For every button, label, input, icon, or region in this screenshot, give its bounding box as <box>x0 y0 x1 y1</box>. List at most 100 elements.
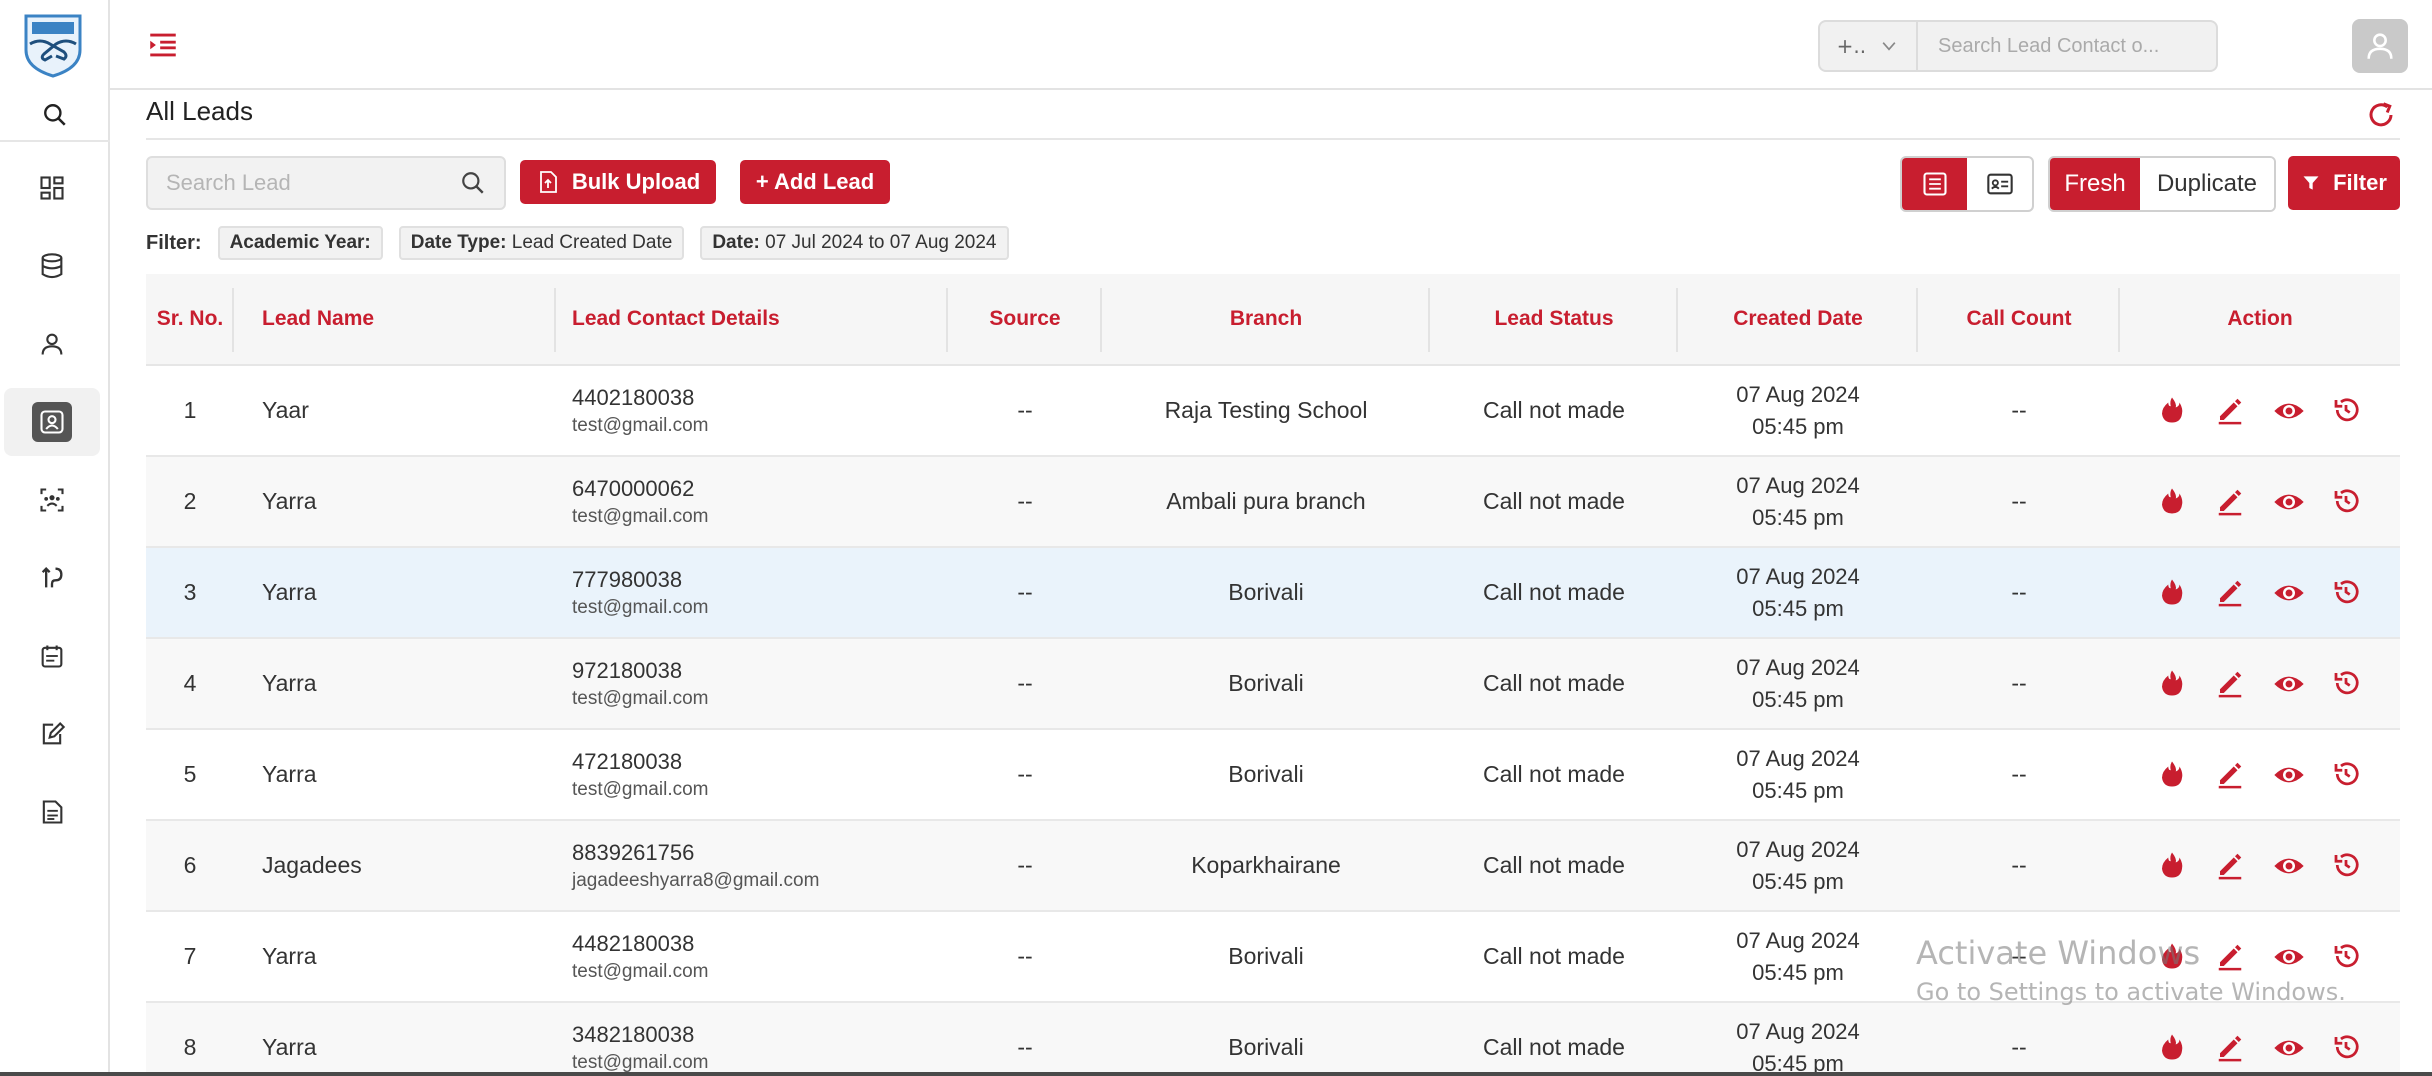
table-row[interactable]: 8 Yarra 3482180038 test@gmail.com -- Borivali… <box>146 1003 2400 1076</box>
edit-pencil-icon[interactable] <box>2215 850 2247 882</box>
edit-pencil-icon[interactable] <box>2215 668 2247 700</box>
history-icon[interactable] <box>2331 486 2363 518</box>
cell-lead-name: Jagadees <box>262 852 362 878</box>
lead-search-input[interactable]: Search Lead <box>146 156 506 210</box>
cell-phone: 972180038 <box>572 657 683 683</box>
list-view-icon <box>1922 172 1947 196</box>
cell-lead-name: Yarra <box>262 761 317 787</box>
hot-lead-fire-icon[interactable] <box>2157 850 2189 882</box>
edit-pencil-icon[interactable] <box>2215 577 2247 609</box>
view-eye-icon[interactable] <box>2273 668 2305 700</box>
view-eye-icon[interactable] <box>2273 941 2305 973</box>
duplicate-tab[interactable]: Duplicate <box>2140 158 2274 210</box>
column-header-sr[interactable]: Sr. No. <box>146 274 234 364</box>
sidebar-item-user[interactable] <box>4 310 100 378</box>
bulk-upload-button[interactable]: Bulk Upload <box>520 160 716 204</box>
column-header-branch[interactable]: Branch <box>1102 274 1430 364</box>
hot-lead-fire-icon[interactable] <box>2157 941 2189 973</box>
refresh-icon[interactable] <box>2366 100 2396 130</box>
hot-lead-fire-icon[interactable] <box>2157 668 2189 700</box>
cell-call-count: -- <box>2011 852 2027 878</box>
table-row[interactable]: 2 Yarra 6470000062 test@gmail.com -- Ambali p… <box>146 457 2400 548</box>
history-icon[interactable] <box>2331 668 2363 700</box>
column-header-status[interactable]: Lead Status <box>1430 274 1678 364</box>
hot-lead-fire-icon[interactable] <box>2157 577 2189 609</box>
fresh-tab[interactable]: Fresh <box>2050 158 2140 210</box>
leads-table: Sr. No. Lead Name Lead Contact Details S… <box>146 274 2400 1076</box>
column-header-call-count[interactable]: Call Count <box>1918 274 2120 364</box>
edit-pencil-icon[interactable] <box>2215 395 2247 427</box>
search-type-select[interactable]: +.. <box>1818 20 1918 72</box>
table-row[interactable]: 6 Jagadees 8839261756 jagadeeshyarra8@gmail… <box>146 821 2400 912</box>
column-header-created[interactable]: Created Date <box>1678 274 1918 364</box>
filter-button[interactable]: Filter <box>2288 156 2400 210</box>
cell-source: -- <box>1017 1034 1033 1060</box>
cell-lead-name: Yarra <box>262 579 317 605</box>
card-view-button[interactable] <box>1967 158 2032 210</box>
sidebar-item-edit[interactable] <box>4 700 100 768</box>
cell-branch: Borivali <box>1228 579 1304 605</box>
hot-lead-fire-icon[interactable] <box>2157 1032 2189 1064</box>
filter-chip-date[interactable]: Date: 07 Jul 2024 to 07 Aug 2024 <box>700 226 1009 260</box>
contact-card-icon <box>40 410 64 434</box>
sidebar-item-leads[interactable] <box>4 388 100 456</box>
sidebar-item-dashboard[interactable] <box>4 154 100 222</box>
cell-sr: 2 <box>183 488 197 514</box>
menu-toggle-icon[interactable] <box>146 28 180 62</box>
cell-branch: Koparkhairane <box>1191 852 1341 878</box>
view-eye-icon[interactable] <box>2273 850 2305 882</box>
user-icon <box>41 333 63 355</box>
history-icon[interactable] <box>2331 395 2363 427</box>
sidebar-item-group[interactable] <box>4 466 100 534</box>
filter-chip-academic-year[interactable]: Academic Year: <box>217 226 383 260</box>
table-row[interactable]: 3 Yarra 777980038 test@gmail.com -- Borivali C… <box>146 548 2400 639</box>
column-header-contact[interactable]: Lead Contact Details <box>556 274 948 364</box>
cell-branch: Borivali <box>1228 943 1304 969</box>
sidebar-item-transfer[interactable] <box>4 544 100 612</box>
hot-lead-fire-icon[interactable] <box>2157 759 2189 791</box>
history-icon[interactable] <box>2331 577 2363 609</box>
edit-pencil-icon[interactable] <box>2215 1032 2247 1064</box>
history-icon[interactable] <box>2331 759 2363 791</box>
table-row[interactable]: 1 Yaar 4402180038 test@gmail.com -- Raja Test… <box>146 366 2400 457</box>
cell-contact: 777980038 test@gmail.com <box>556 548 948 637</box>
cell-contact: 6470000062 test@gmail.com <box>556 457 948 546</box>
table-row[interactable]: 5 Yarra 472180038 test@gmail.com -- Borivali C… <box>146 730 2400 821</box>
cell-date: 07 Aug 2024 <box>1736 1018 1860 1044</box>
view-eye-icon[interactable] <box>2273 759 2305 791</box>
table-row[interactable]: 4 Yarra 972180038 test@gmail.com -- Borivali C… <box>146 639 2400 730</box>
avatar[interactable] <box>2352 19 2408 73</box>
history-icon[interactable] <box>2331 1032 2363 1064</box>
sidebar-item-documents[interactable] <box>4 778 100 846</box>
sidebar-item-calendar[interactable] <box>4 622 100 690</box>
sidebar <box>0 0 110 1076</box>
cell-source: -- <box>1017 943 1033 969</box>
view-eye-icon[interactable] <box>2273 577 2305 609</box>
view-eye-icon[interactable] <box>2273 1032 2305 1064</box>
filter-button-label: Filter <box>2333 170 2387 195</box>
sidebar-search-button[interactable] <box>0 90 110 142</box>
edit-pencil-icon[interactable] <box>2215 759 2247 791</box>
global-search-input[interactable]: Search Lead Contact o... <box>1918 20 2218 72</box>
add-lead-button[interactable]: + Add Lead <box>740 160 890 204</box>
edit-pencil-icon[interactable] <box>2215 941 2247 973</box>
history-icon[interactable] <box>2331 850 2363 882</box>
table-row[interactable]: 7 Yarra 4482180038 test@gmail.com -- Borivali… <box>146 912 2400 1003</box>
cell-email: test@gmail.com <box>572 960 709 982</box>
column-header-source[interactable]: Source <box>948 274 1102 364</box>
hot-lead-fire-icon[interactable] <box>2157 395 2189 427</box>
filter-chip-date-type[interactable]: Date Type: Lead Created Date <box>398 226 685 260</box>
view-eye-icon[interactable] <box>2273 395 2305 427</box>
cell-actions <box>2120 730 2400 819</box>
cell-lead-name: Yarra <box>262 488 317 514</box>
column-header-lead-name[interactable]: Lead Name <box>234 274 556 364</box>
history-icon[interactable] <box>2331 941 2363 973</box>
view-eye-icon[interactable] <box>2273 486 2305 518</box>
list-view-button[interactable] <box>1902 158 1967 210</box>
page-title: All Leads <box>146 96 253 126</box>
hot-lead-fire-icon[interactable] <box>2157 486 2189 518</box>
sidebar-item-database[interactable] <box>4 232 100 300</box>
cell-date: 07 Aug 2024 <box>1736 836 1860 862</box>
cell-branch: Ambali pura branch <box>1166 488 1366 514</box>
edit-pencil-icon[interactable] <box>2215 486 2247 518</box>
